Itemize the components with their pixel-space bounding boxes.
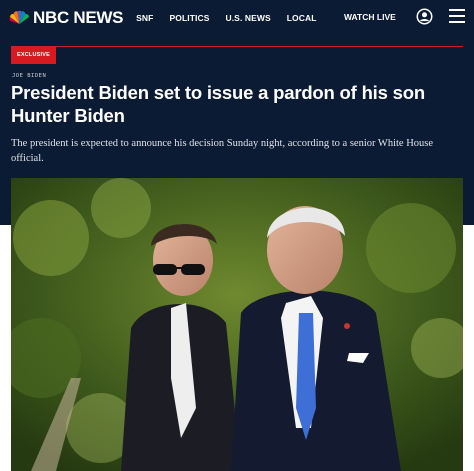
nav-link-us-news[interactable]: U.S. NEWS [225, 13, 270, 23]
article-photo [11, 178, 463, 471]
brand-logo[interactable]: NBC NEWS [9, 8, 123, 28]
user-icon[interactable] [416, 8, 433, 25]
article-kicker[interactable]: JOE BIDEN [12, 73, 46, 79]
nav-link-snf[interactable]: SNF [136, 13, 153, 23]
top-navigation: NBC NEWS SNF POLITICS U.S. NEWS LOCAL WA… [0, 0, 474, 35]
article-headline: President Biden set to issue a pardon of… [11, 82, 425, 126]
nav-link-local[interactable]: LOCAL [287, 13, 317, 23]
nav-link-politics[interactable]: POLITICS [169, 13, 209, 23]
watch-live-link[interactable]: WATCH LIVE [344, 12, 396, 22]
article-dek: The president is expected to announce hi… [11, 138, 434, 164]
exclusive-badge: EXCLUSIVE [11, 47, 56, 64]
nbc-peacock-icon [9, 10, 30, 24]
brand-name: NBC NEWS [33, 7, 124, 27]
section-divider [11, 46, 463, 47]
photo-illustration [11, 178, 463, 471]
section-links: SNF POLITICS U.S. NEWS LOCAL [136, 13, 332, 23]
hamburger-menu-icon[interactable] [449, 9, 465, 23]
